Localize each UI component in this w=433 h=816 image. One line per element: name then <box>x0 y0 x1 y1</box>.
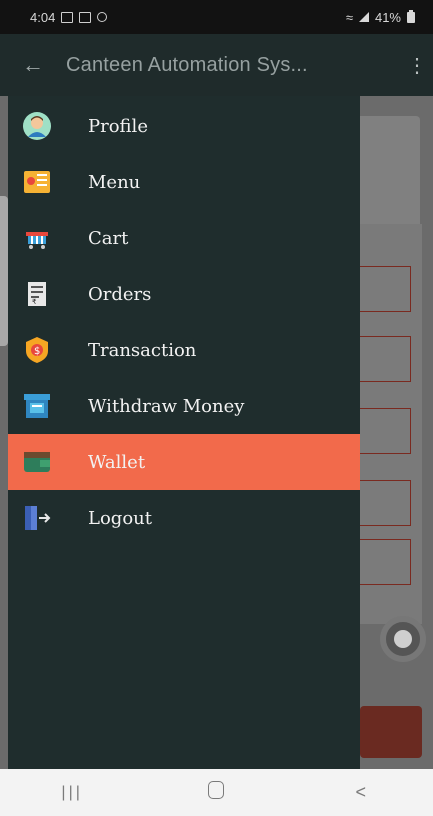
drawer-item-transaction[interactable]: $ Transaction <box>8 322 360 378</box>
back-chevron-icon[interactable]: < <box>331 782 391 803</box>
navigation-drawer: Profile Menu Cart ₹ Orders $ Transaction… <box>8 96 360 769</box>
status-left: 4:04 <box>30 9 108 25</box>
background-field <box>360 408 411 454</box>
cart-icon <box>20 221 54 255</box>
drawer-item-label: Profile <box>88 115 148 137</box>
drawer-item-label: Logout <box>88 507 152 529</box>
app-bar: ← Canteen Automation Sys... ⋮ <box>0 34 433 96</box>
drawer-item-label: Wallet <box>88 451 146 473</box>
drawer-item-orders[interactable]: ₹ Orders <box>8 266 360 322</box>
arrow-left-icon[interactable]: ← <box>22 52 66 78</box>
background-field <box>360 266 411 312</box>
background-field <box>360 336 411 382</box>
menu-card-icon <box>20 165 54 199</box>
background-button <box>360 706 422 758</box>
transaction-badge-icon: $ <box>20 333 54 367</box>
status-right: ≈ 41% <box>345 9 415 25</box>
status-time: 4:04 <box>30 9 56 25</box>
drawer-item-wallet[interactable]: Wallet <box>8 434 360 490</box>
gallery-notification-icon <box>61 11 74 23</box>
profile-avatar-icon <box>20 109 54 143</box>
drawer-item-label: Withdraw Money <box>88 395 245 417</box>
drawer-item-label: Transaction <box>88 339 197 361</box>
app-notification-icon <box>79 11 92 23</box>
background-card <box>356 116 420 228</box>
more-vertical-icon[interactable]: ⋮ <box>401 53 433 78</box>
recents-icon[interactable]: ||| <box>42 784 102 802</box>
signal-icon <box>358 12 369 22</box>
drawer-item-logout[interactable]: Logout <box>8 490 360 546</box>
logout-door-icon <box>20 501 54 535</box>
background-toggle <box>380 616 426 662</box>
drawer-item-label: Menu <box>88 171 141 193</box>
drawer-item-menu[interactable]: Menu <box>8 154 360 210</box>
drawer-item-label: Orders <box>88 283 152 305</box>
drawer-item-profile[interactable]: Profile <box>8 98 360 154</box>
drawer-edge-handle <box>0 196 8 346</box>
background-field <box>360 539 411 585</box>
app-title: Canteen Automation Sys... <box>66 53 308 76</box>
drawer-item-label: Cart <box>88 227 129 249</box>
system-nav-bar: ||| < <box>0 769 433 816</box>
background-field <box>360 480 411 526</box>
circle-notification-icon <box>97 12 108 22</box>
svg-text:₹: ₹ <box>32 298 37 306</box>
svg-text:$: $ <box>34 346 40 357</box>
wallet-icon <box>20 445 54 479</box>
battery-icon <box>407 9 415 23</box>
orders-receipt-icon: ₹ <box>20 277 54 311</box>
battery-percent: 41% <box>374 9 401 25</box>
status-bar: 4:04 ≈ 41% <box>0 0 433 34</box>
withdraw-atm-icon <box>20 389 54 423</box>
drawer-item-cart[interactable]: Cart <box>8 210 360 266</box>
drawer-item-withdraw-money[interactable]: Withdraw Money <box>8 378 360 434</box>
home-icon[interactable] <box>186 781 246 804</box>
wifi-icon: ≈ <box>345 9 353 25</box>
